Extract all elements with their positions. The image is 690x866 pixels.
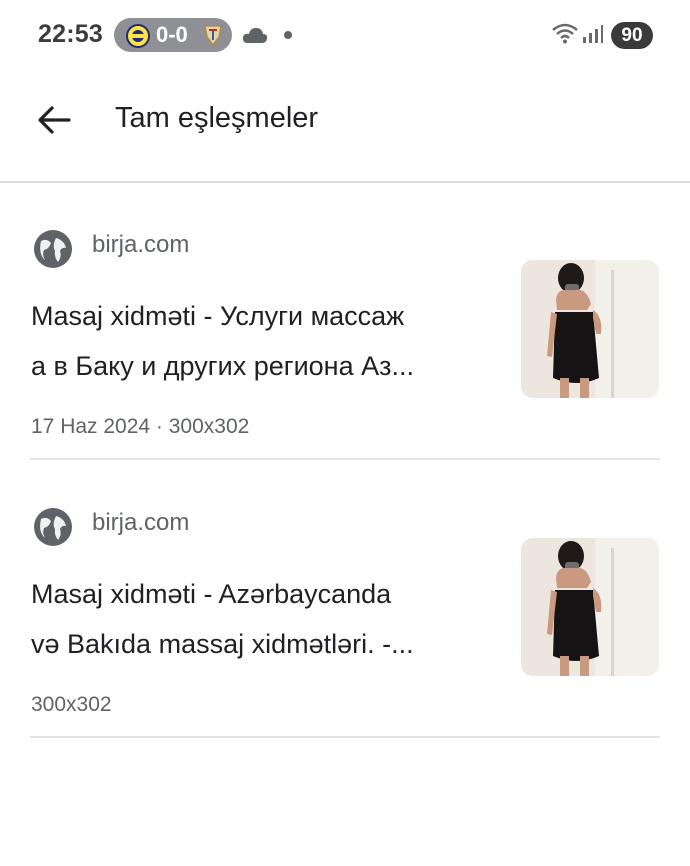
live-score-pill[interactable]: 0-0 <box>114 18 232 52</box>
result-thumbnail-image[interactable] <box>521 260 659 398</box>
header-divider <box>0 181 690 183</box>
photo-thumbnail <box>521 538 659 676</box>
result-thumbnail-image[interactable] <box>521 538 659 676</box>
status-bar: 22:53 0-0 90 <box>0 0 690 70</box>
signal-strength-icon <box>583 25 603 43</box>
page-title: Tam eşleşmeler <box>115 102 319 134</box>
result-title-line: Masaj xidməti - Azərbaycanda <box>31 579 392 609</box>
team-crest-icon <box>126 24 150 48</box>
list-divider <box>30 736 660 738</box>
wifi-icon <box>552 23 578 44</box>
result-site-name: birja.com <box>92 231 190 258</box>
result-site-name: birja.com <box>92 509 190 536</box>
result-title[interactable]: Masaj xidməti - Услуги массаж а в Баку и… <box>31 291 501 391</box>
team-crest-icon <box>204 25 222 47</box>
notification-dot-icon <box>284 31 292 39</box>
arrow-left-icon <box>38 106 71 134</box>
result-title-line: Masaj xidməti - Услуги массаж <box>31 301 405 331</box>
globe-icon <box>34 230 72 268</box>
clock-time: 22:53 <box>38 20 103 48</box>
match-score: 0-0 <box>156 22 188 47</box>
result-title[interactable]: Masaj xidməti - Azərbaycanda və Bakıda m… <box>31 569 501 669</box>
list-divider <box>30 458 660 460</box>
photo-thumbnail <box>521 260 659 398</box>
result-title-line: а в Баку и других региона Аз... <box>31 351 414 381</box>
globe-icon <box>34 508 72 546</box>
result-title-line: və Bakıda massaj xidmətləri. -... <box>31 629 414 659</box>
battery-indicator: 90 <box>611 22 653 49</box>
search-result-card[interactable]: birja.com Masaj xidməti - Azərbaycanda v… <box>0 483 690 759</box>
back-button[interactable] <box>30 98 78 142</box>
app-bar: Tam eşleşmeler <box>0 84 690 156</box>
cloud-icon <box>242 28 268 43</box>
search-result-card[interactable]: birja.com Masaj xidməti - Услуги массаж … <box>0 205 690 481</box>
result-meta: 17 Haz 2024 · 300x302 <box>31 415 250 438</box>
result-meta: 300x302 <box>31 693 112 716</box>
